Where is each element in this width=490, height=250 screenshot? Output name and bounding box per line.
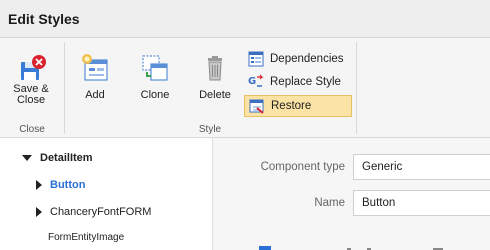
- tree-item-label: Button: [50, 179, 86, 191]
- properties-form: Component type Generic Name Button: [213, 138, 490, 250]
- tree-item-chanceryfontform[interactable]: ChanceryFontFORM: [36, 206, 151, 218]
- dependencies-label: Dependencies: [270, 53, 344, 65]
- tree-item-formentityimage[interactable]: FormEntityImage: [48, 232, 124, 243]
- svg-text:G: G: [248, 76, 256, 87]
- restore-icon: [249, 98, 265, 114]
- collapse-arrow-icon[interactable]: [36, 180, 42, 190]
- name-field[interactable]: Button: [353, 190, 490, 216]
- save-close-button[interactable]: Save & Close: [6, 52, 56, 106]
- name-label: Name: [314, 197, 345, 209]
- component-type-field[interactable]: Generic: [353, 154, 490, 180]
- group-label-style: Style: [198, 124, 222, 135]
- clone-label: Clone: [140, 89, 170, 101]
- clone-icon: [139, 52, 171, 84]
- delete-label: Delete: [199, 89, 231, 101]
- tree-item-label: DetailItem: [40, 152, 93, 164]
- ribbon-toolbar: Save & Close Close Add Clone Delete Depe…: [0, 38, 490, 138]
- dependencies-icon: [248, 51, 264, 67]
- restore-button[interactable]: Restore: [244, 95, 352, 117]
- group-label-close: Close: [19, 124, 45, 135]
- restore-label: Restore: [271, 100, 312, 112]
- replace-style-button[interactable]: G Replace Style: [244, 71, 352, 93]
- delete-button[interactable]: Delete: [194, 52, 236, 101]
- trash-icon: [199, 52, 231, 84]
- dependencies-button[interactable]: Dependencies: [244, 48, 352, 70]
- tree-item-label: FormEntityImage: [48, 232, 125, 243]
- component-type-label: Component type: [260, 161, 345, 173]
- save-close-label-2: Close: [16, 94, 46, 106]
- expand-arrow-icon[interactable]: [22, 155, 32, 161]
- window-title: Edit Styles: [8, 11, 80, 27]
- tree-item-detailitem[interactable]: DetailItem: [22, 152, 93, 164]
- tree-item-button[interactable]: Button: [36, 179, 85, 191]
- replace-icon: G: [248, 74, 264, 90]
- add-style-icon: [79, 52, 111, 84]
- tree-item-label: ChanceryFontFORM: [50, 206, 152, 218]
- clone-button[interactable]: Clone: [134, 52, 176, 101]
- cutoff-content: [259, 242, 490, 250]
- replace-style-label: Replace Style: [270, 76, 341, 88]
- style-tree: DetailItem Button ChanceryFontFORM FormE…: [0, 138, 212, 250]
- group-separator: [356, 42, 357, 134]
- collapse-arrow-icon[interactable]: [36, 207, 42, 217]
- save-icon: [15, 52, 47, 84]
- add-label: Add: [85, 89, 105, 101]
- group-separator: [64, 42, 65, 134]
- title-bar: Edit Styles: [0, 0, 490, 38]
- add-button[interactable]: Add: [74, 52, 116, 101]
